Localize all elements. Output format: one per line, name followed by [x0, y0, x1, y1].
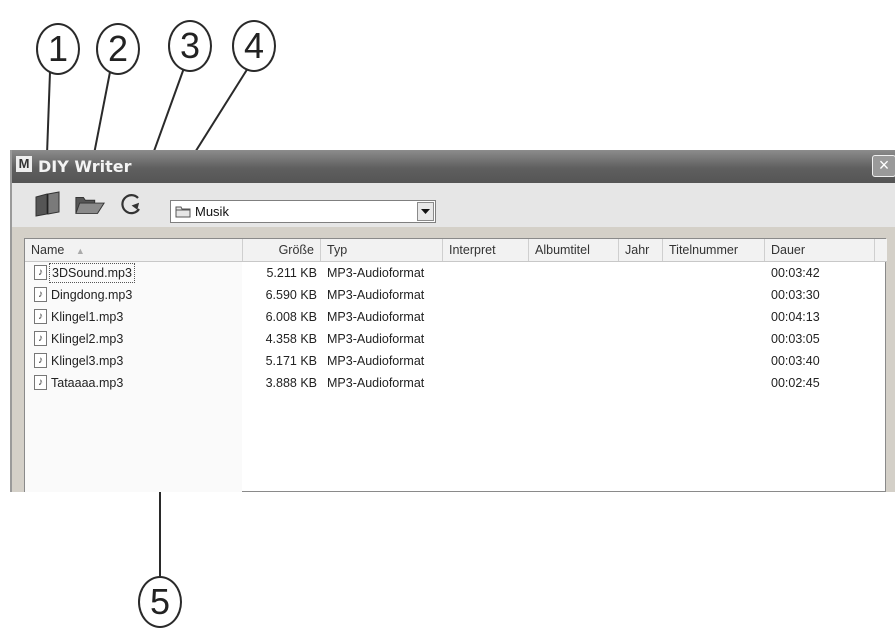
- refresh-button[interactable]: [116, 189, 148, 219]
- file-type: MP3-Audioformat: [327, 288, 425, 302]
- list-item[interactable]: ♪ Klingel1.mp3 6.008 KB MP3-Audioformat …: [25, 306, 887, 328]
- file-duration: 00:03:40: [771, 354, 820, 368]
- file-name: Klingel1.mp3: [51, 310, 124, 324]
- column-header-type[interactable]: Typ: [321, 239, 443, 261]
- file-size: 3.888 KB: [265, 376, 317, 390]
- file-type: MP3-Audioformat: [327, 266, 425, 280]
- file-type: MP3-Audioformat: [327, 310, 425, 324]
- diy-writer-window: M DIY Writer × Musik Name ▲ Größe Typ In…: [10, 150, 895, 492]
- column-header-name-label: Name: [31, 243, 65, 257]
- callout-2: 2: [96, 23, 140, 75]
- dropdown-arrow-button[interactable]: [417, 202, 434, 221]
- file-name: Dingdong.mp3: [51, 288, 133, 302]
- folder-select-value: Musik: [195, 204, 229, 219]
- file-name: 3DSound.mp3: [49, 263, 135, 283]
- file-size: 5.211 KB: [266, 266, 317, 280]
- file-size: 4.358 KB: [265, 332, 317, 346]
- list-item[interactable]: ♪ Tataaaa.mp3 3.888 KB MP3-Audioformat 0…: [25, 372, 887, 394]
- column-header-name[interactable]: Name ▲: [25, 239, 243, 261]
- file-list: Name ▲ Größe Typ Interpret Albumtitel Ja…: [24, 238, 887, 492]
- column-header-year[interactable]: Jahr: [619, 239, 663, 261]
- music-file-icon: ♪: [34, 353, 47, 368]
- close-button[interactable]: ×: [872, 155, 895, 177]
- column-header-duration[interactable]: Dauer: [765, 239, 875, 261]
- callout-3: 3: [168, 20, 212, 72]
- book-icon: [35, 191, 60, 217]
- folder-icon: [175, 206, 191, 218]
- title-bar[interactable]: M DIY Writer ×: [12, 150, 895, 183]
- file-duration: 00:02:45: [771, 376, 820, 390]
- folder-select[interactable]: Musik: [170, 200, 436, 223]
- file-duration: 00:03:42: [771, 266, 820, 280]
- list-header: Name ▲ Größe Typ Interpret Albumtitel Ja…: [25, 239, 887, 262]
- music-file-icon: ♪: [34, 287, 47, 302]
- column-header-interpret[interactable]: Interpret: [443, 239, 529, 261]
- music-file-icon: ♪: [34, 265, 47, 280]
- list-item[interactable]: ♪ Dingdong.mp3 6.590 KB MP3-Audioformat …: [25, 284, 887, 306]
- column-header-album[interactable]: Albumtitel: [529, 239, 619, 261]
- list-item[interactable]: ♪ Klingel2.mp3 4.358 KB MP3-Audioformat …: [25, 328, 887, 350]
- toolbar: Musik: [12, 183, 895, 227]
- file-size: 6.008 KB: [265, 310, 317, 324]
- book-button[interactable]: [32, 189, 64, 219]
- music-file-icon: ♪: [34, 331, 47, 346]
- window-title: DIY Writer: [38, 157, 132, 176]
- refresh-icon: [121, 194, 140, 215]
- file-size: 5.171 KB: [265, 354, 317, 368]
- file-type: MP3-Audioformat: [327, 376, 425, 390]
- file-duration: 00:04:13: [771, 310, 820, 324]
- open-folder-icon: [75, 196, 105, 214]
- column-header-size[interactable]: Größe: [243, 239, 321, 261]
- list-item[interactable]: ♪ Klingel3.mp3 5.171 KB MP3-Audioformat …: [25, 350, 887, 372]
- file-duration: 00:03:05: [771, 332, 820, 346]
- file-duration: 00:03:30: [771, 288, 820, 302]
- file-name: Klingel2.mp3: [51, 332, 124, 346]
- callout-4: 4: [232, 20, 276, 72]
- music-file-icon: ♪: [34, 375, 47, 390]
- callout-1: 1: [36, 23, 80, 75]
- file-name: Tataaaa.mp3: [51, 376, 124, 390]
- file-type: MP3-Audioformat: [327, 354, 425, 368]
- file-type: MP3-Audioformat: [327, 332, 425, 346]
- file-name: Klingel3.mp3: [51, 354, 124, 368]
- list-item[interactable]: ♪ 3DSound.mp3 5.211 KB MP3-Audioformat 0…: [25, 262, 887, 284]
- app-logo-icon: M: [16, 156, 32, 172]
- callout-5: 5: [138, 576, 182, 628]
- sort-ascending-icon: ▲: [75, 246, 85, 256]
- file-size: 6.590 KB: [265, 288, 317, 302]
- chevron-down-icon: [421, 208, 430, 214]
- music-file-icon: ♪: [34, 309, 47, 324]
- open-folder-button[interactable]: [74, 189, 106, 219]
- column-header-track[interactable]: Titelnummer: [663, 239, 765, 261]
